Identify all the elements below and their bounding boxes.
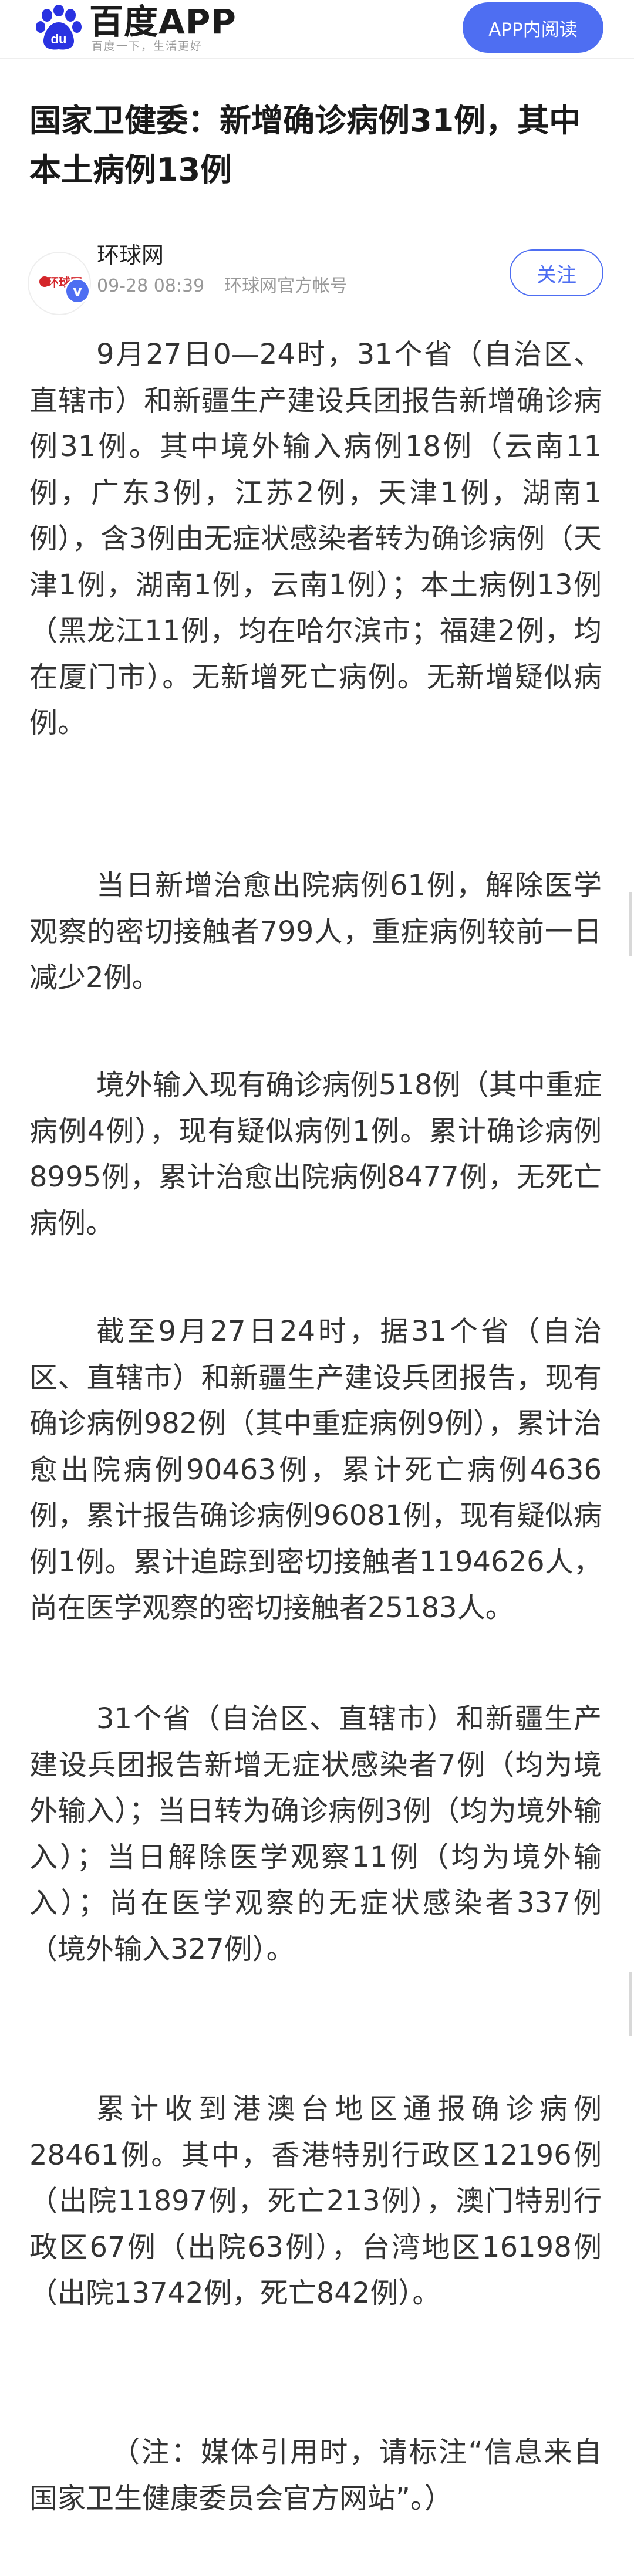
logo-text: du xyxy=(51,32,67,46)
paragraph-2: 当日新增治愈出院病例61例，解除医学观察的密切接触者799人，重症病例较前一日减… xyxy=(29,869,602,994)
open-in-app-button[interactable]: APP内阅读 xyxy=(463,2,603,53)
publish-date: 09-28 08:39 xyxy=(97,276,205,296)
paragraph-4: 截至9月27日24时，据31个省（自治区、直辖市）和新疆生产建设兵团报告，现有确… xyxy=(29,1315,602,1624)
scroll-indicator xyxy=(629,1972,632,2036)
baidu-paw-icon[interactable]: du xyxy=(35,5,82,52)
paragraph-3: 境外输入现有确诊病例518例（其中重症病例4例），现有疑似病例1例。累计确诊病例… xyxy=(29,1069,602,1240)
app-slogan: 百度一下，生活更好 xyxy=(92,40,203,53)
article-title: 国家卫健委：新增确诊病例31例，其中本土病例13例 xyxy=(29,102,581,188)
top-bar: du 百度APP 百度一下，生活更好 APP内阅读 xyxy=(0,0,634,59)
paragraph-6: 累计收到港澳台地区通报确诊病例28461例。其中，香港特别行政区12196例（出… xyxy=(29,2092,602,2310)
source-description: 环球网官方帐号 xyxy=(224,276,348,296)
source-name[interactable]: 环球网 xyxy=(97,242,164,269)
app-name: 百度APP xyxy=(89,2,237,42)
paragraph-1: 9月27日0—24时，31个省（自治区、直辖市）和新疆生产建设兵团报告新增确诊病… xyxy=(29,338,602,739)
follow-button[interactable]: 关注 xyxy=(510,249,603,296)
verified-icon: v xyxy=(65,278,90,304)
paragraph-7: （注：媒体引用时，请标注“信息来自国家卫生健康委员会官方网站”。） xyxy=(29,2436,602,2515)
scroll-indicator xyxy=(629,892,632,956)
paragraph-5: 31个省（自治区、直辖市）和新疆生产建设兵团报告新增无症状感染者7例（均为境外输… xyxy=(29,1702,602,1966)
